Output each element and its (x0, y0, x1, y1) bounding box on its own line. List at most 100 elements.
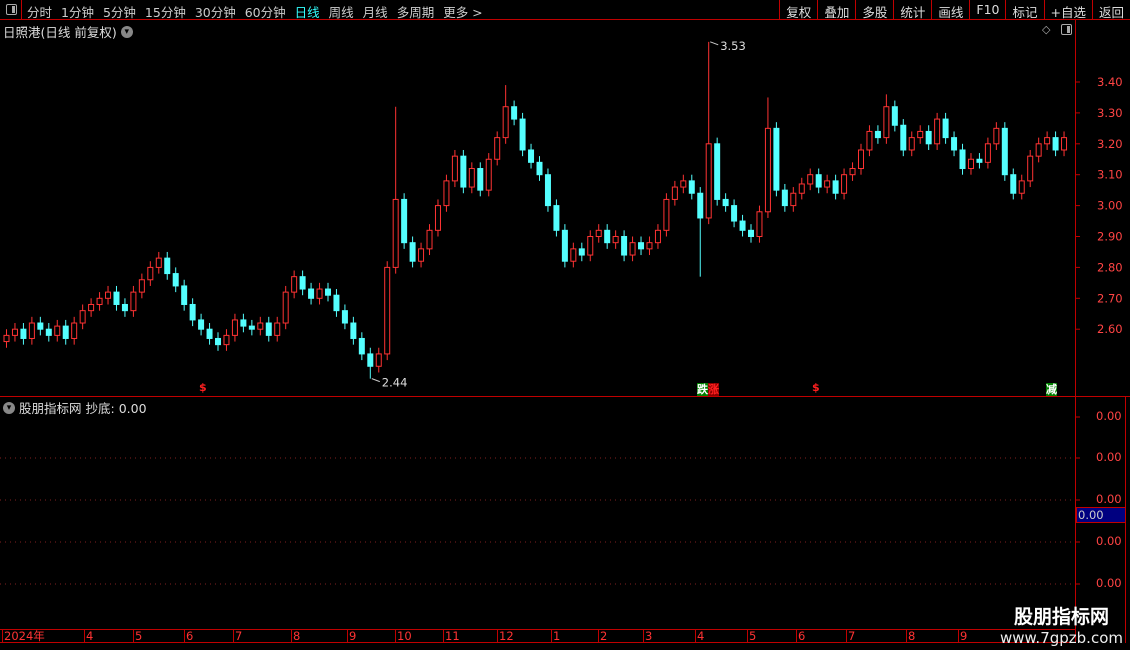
candle-body (240, 319, 247, 327)
candle-body (798, 183, 805, 194)
candle-body (654, 229, 661, 244)
indicator-axis-label: 0.00 (1096, 450, 1122, 464)
candle-body (832, 180, 839, 194)
candle-body (764, 127, 771, 213)
candle-body (908, 137, 915, 151)
signal-text: 涨 (708, 383, 719, 396)
signal-marker: 跌涨 (697, 381, 719, 397)
candle-body (299, 276, 306, 290)
candle-body (282, 291, 289, 324)
candle-body (223, 334, 230, 346)
candle-body (561, 229, 568, 262)
candle-body (578, 248, 585, 256)
candle-body (739, 220, 746, 231)
candle-body (773, 127, 780, 191)
price-label: 2.80 (1097, 260, 1123, 274)
candle-body (553, 205, 560, 231)
date-label: 10 (395, 629, 412, 643)
indicator-axis-label: 0.00 (1096, 534, 1122, 548)
candle-body (451, 155, 458, 182)
date-label: 7 (233, 629, 243, 643)
candle-body (722, 198, 729, 207)
candle-body (138, 279, 145, 293)
candle-body (434, 205, 441, 231)
candle-body (198, 319, 205, 330)
candle-body (883, 106, 890, 139)
candle-body (519, 118, 526, 151)
candle-body (748, 229, 755, 238)
signal-text: $ (812, 381, 820, 394)
candle-body (164, 257, 171, 275)
price-label: 2.60 (1097, 322, 1123, 336)
candle-body (3, 334, 10, 343)
candle-body (705, 143, 712, 219)
candle-body (409, 242, 416, 262)
candle-body (375, 353, 382, 367)
chevron-down-icon[interactable]: ▾ (3, 401, 15, 414)
high-label: 3.53 (720, 39, 746, 53)
candle-body (1052, 137, 1059, 151)
candle-body (697, 192, 704, 219)
price-label: 3.40 (1097, 75, 1123, 89)
date-label: 4 (84, 629, 94, 643)
signal-marker: $ (199, 381, 207, 394)
candle-body (418, 248, 425, 262)
candle-body (485, 158, 492, 191)
candlestick-chart[interactable]: 3.40 3.30 3.20 3.10 3.00 2.90 2.80 2.70 2.60 2.44… (0, 0, 1130, 650)
indicator-axis-label: 0.00 (1096, 492, 1122, 506)
candle-body (121, 303, 128, 312)
candle-body (612, 236, 619, 244)
candle-body (316, 288, 323, 299)
candle-body (976, 158, 983, 163)
candle-body (756, 211, 763, 237)
candle-body (917, 130, 924, 139)
candle-body (934, 118, 941, 145)
candle-body (993, 127, 1000, 145)
candle-body (45, 328, 52, 336)
price-label: 3.30 (1097, 106, 1123, 120)
candle-body (1010, 174, 1017, 194)
date-label: 7 (846, 629, 856, 643)
price-label: 3.20 (1097, 137, 1123, 151)
candle-body (925, 130, 932, 145)
candle-body (257, 322, 264, 330)
candle-body (460, 155, 467, 188)
signal-prefix: 跌 (697, 383, 708, 396)
candle-body (96, 297, 103, 305)
date-label: 3 (643, 629, 653, 643)
candle-body (172, 273, 179, 287)
candle-body (341, 310, 348, 324)
candle-body (604, 229, 611, 244)
candle-body (951, 137, 958, 151)
candle-body (11, 328, 18, 336)
candle-body (688, 180, 695, 194)
candle-body (891, 106, 898, 126)
candle-body (88, 303, 95, 312)
candle-body (494, 137, 501, 160)
candle-body (824, 180, 831, 188)
indicator-axis-label: 0.00 (1096, 576, 1122, 590)
candle-body (206, 328, 213, 339)
indicator-title: ▾ 股朋指标网 抄底: 0.00 (3, 398, 147, 417)
candle-body (857, 149, 864, 170)
candle-body (443, 180, 450, 207)
candle-body (1061, 137, 1068, 151)
candle-body (781, 189, 788, 207)
candle-body (20, 328, 27, 339)
candle-body (147, 266, 154, 281)
candle-body (324, 288, 331, 296)
signal-text: 减 (1046, 383, 1057, 396)
candle-body (265, 322, 272, 336)
candle-body (215, 337, 222, 346)
candle-body (113, 291, 120, 305)
candle-body (231, 319, 238, 336)
candle-body (401, 198, 408, 244)
price-label: 3.10 (1097, 168, 1123, 182)
candle-body (1044, 137, 1051, 145)
candle-body (79, 310, 86, 324)
leader-line (371, 378, 380, 383)
date-label: 11 (443, 629, 460, 643)
candle-body (37, 322, 44, 330)
current-value-badge: 0.00 (1076, 507, 1126, 523)
date-label: 9 (958, 629, 968, 643)
